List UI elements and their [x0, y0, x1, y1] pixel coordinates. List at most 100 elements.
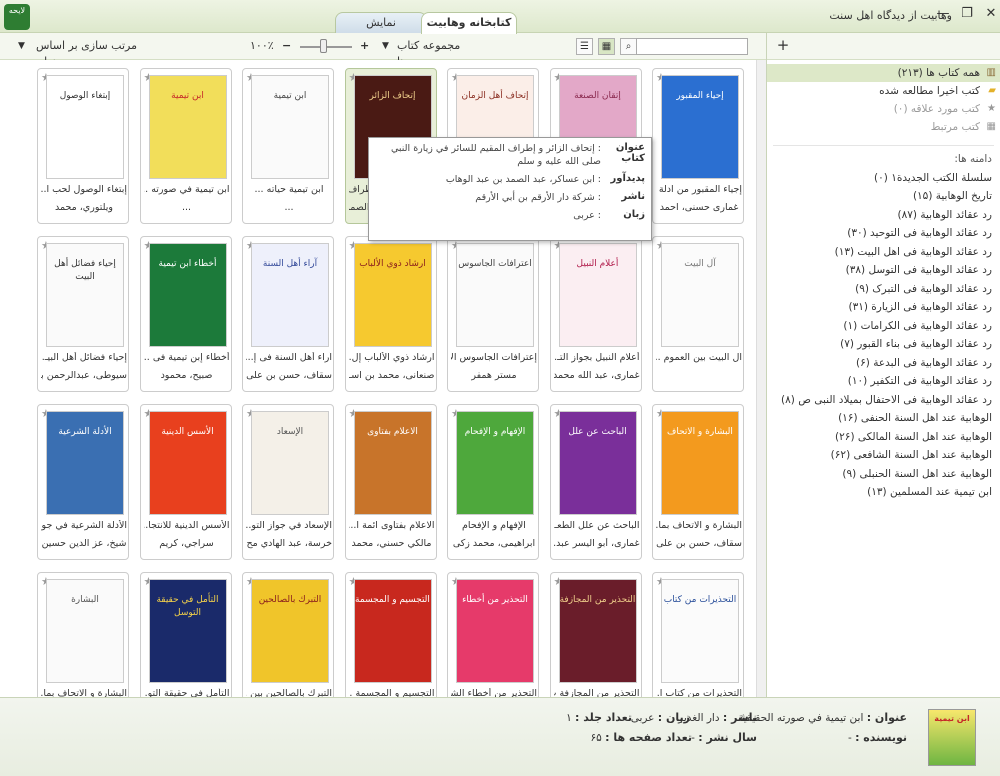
- tooltip-author-label: پديدآور: [610, 173, 645, 184]
- book-card[interactable]: ★أخطاء ابن تيميةأخطاء إبن تيمية فى ...صب…: [139, 236, 232, 392]
- restore-icon[interactable]: ❐: [958, 5, 976, 23]
- sidebar-shelf-item[interactable]: سلسلة الكتب الجديدة۱ (۰): [767, 169, 1000, 188]
- sort-label[interactable]: مرتب سازی بر اساس زبان: [36, 38, 146, 68]
- book-card[interactable]: ★التجسيم و المجسمةالتجسيم و المجسمة ...: [344, 572, 437, 697]
- sidebar-shelf-item[interactable]: رد عقائد الوهابیة فی اهل البیت (۱۳): [767, 243, 1000, 262]
- grid-scrollbar[interactable]: [756, 60, 766, 697]
- zoom-slider-thumb[interactable]: [320, 39, 327, 53]
- book-author: سراجي، کريم: [159, 538, 214, 549]
- book-card[interactable]: ★ارشاد ذوي الألبابارشاد ذوي الألباب إل..…: [344, 236, 437, 392]
- tooltip-author-value: : ابن عساكر، عبد الصمد بن عبد الوهاب: [445, 174, 601, 185]
- book-cover: آراء أهل السنة: [251, 243, 329, 347]
- book-title: التجسيم و المجسمة ...: [348, 688, 435, 697]
- sidebar-shelf-item[interactable]: رد عقائد الوهابیة (۸۷): [767, 206, 1000, 225]
- book-title: البشارة و الاتحاف بما...: [41, 688, 127, 697]
- detail-author-value: -: [847, 732, 852, 744]
- book-card[interactable]: ★اعترافات الجاسوسإعترافات الجاسوس الا...…: [447, 236, 539, 392]
- book-card[interactable]: ★التحذير من المجازفةالتحذير من المجازفة …: [549, 572, 642, 697]
- sidebar-shelf-item[interactable]: رد عقائد الوهابیة فی الاحتفال بمیلاد الن…: [767, 391, 1000, 410]
- selected-cover-text: ابن تيمية: [934, 714, 970, 723]
- book-title: الأسس الدينية للانتجا...: [143, 520, 230, 531]
- book-card[interactable]: ★الإسعادالإسعاد في جواز التو...خرسة، عبد…: [242, 404, 334, 560]
- collection-dropdown-icon[interactable]: ▼: [382, 38, 394, 54]
- tooltip-publisher-label: ناشر: [621, 191, 645, 202]
- shelves-header: دامنه ها:: [954, 153, 992, 165]
- cover-text: التحذير من المجازفة: [559, 595, 636, 605]
- sidebar-shelf-item[interactable]: رد عقائد الوهابیة فی الکرامات (۱): [767, 317, 1000, 336]
- cover-text: الإفهام و الإفحام: [464, 427, 526, 437]
- book-cover: إبتغاء الوصول: [46, 75, 124, 179]
- book-card[interactable]: ★التبرك بالصالحينالتبرك بالصالحين بين ..…: [242, 572, 334, 697]
- book-cover: التجسيم و المجسمة: [353, 579, 432, 683]
- book-card[interactable]: ★آل البيتآل البيت بين العموم ...: [652, 236, 744, 392]
- book-card[interactable]: ★إحياء المقبورإجياء المقبور من ادلة ...غ…: [652, 68, 744, 224]
- book-card[interactable]: ★إحياء فضائل أهل البيتإحياء فضائل أهل ال…: [37, 236, 129, 392]
- book-cover: ابن تيمية: [251, 75, 329, 179]
- sidebar: + ▥ همه کتاب ها (۲۱۳) ▰ کتب اخیرا مطالعه ش…: [766, 33, 1000, 697]
- toolbar: ▼ مرتب سازی بر اساس زبان ۱۰۰٪ − + ▼ مجمو…: [0, 33, 766, 68]
- sidebar-shelf-item[interactable]: الوهابیة عند اهل السنة الشافعی (۶۲): [767, 446, 1000, 465]
- book-card[interactable]: ★الأسس الدينيةالأسس الدينية للانتجا...سر…: [139, 404, 232, 560]
- sidebar-item-related[interactable]: ▦ کتب مرتبط: [767, 118, 1000, 136]
- sidebar-shelf-item[interactable]: الوهابیة عند اهل السنة الحنبلی (۹): [767, 465, 1000, 484]
- collection-label[interactable]: مجموعه کتاب ها: [397, 38, 467, 68]
- book-card[interactable]: ★الباحث عن عللالباحث عن علل الطعـ...غمار…: [549, 404, 642, 560]
- sidebar-shelf-item[interactable]: رد عقائد الوهابیة فی التکفیر (۱۰): [767, 372, 1000, 391]
- sort-dropdown-icon[interactable]: ▼: [18, 38, 32, 54]
- zoom-out-button[interactable]: −: [282, 38, 292, 54]
- sidebar-item-all-books[interactable]: ▥ همه کتاب ها (۲۱۳): [767, 64, 1000, 82]
- book-cover: ابن تيمية: [148, 75, 227, 179]
- sidebar-shelf-item[interactable]: رد عقائد الوهابیة فی بناء القبور (۷): [767, 335, 1000, 354]
- book-card[interactable]: ★الإفهام و الإفحامالإفهام و الإفحامابراه…: [447, 404, 539, 560]
- grid-view-icon[interactable]: ▦: [598, 38, 615, 55]
- zoom-value: ۱۰۰٪: [250, 39, 274, 52]
- book-cover: الإفهام و الإفحام: [456, 411, 534, 515]
- book-cover: التحذير من أخطاء: [456, 579, 534, 683]
- book-card[interactable]: ★الأدلة الشرعيةالأدلة الشرعية في جوا...ش…: [37, 404, 129, 560]
- list-view-icon[interactable]: ☰: [576, 38, 593, 55]
- book-card[interactable]: ★ابن تيميةابن تيمية في صورته ......: [139, 68, 232, 224]
- sidebar-shelf-item[interactable]: تاریخ الوهابیة (۱۵): [767, 187, 1000, 206]
- sidebar-shelf-item[interactable]: رد عقائد الوهابیة فی التوحید (۳۰): [767, 224, 1000, 243]
- sidebar-shelf-item[interactable]: ابن تیمیة عند المسلمین (۱۳): [767, 483, 1000, 502]
- cover-text: ابن تيمية: [171, 91, 204, 101]
- tab-library[interactable]: کتابخانه وهابيت: [421, 12, 517, 34]
- book-cover: آل البيت: [661, 243, 739, 347]
- sidebar-shelf-item[interactable]: رد عقائد الوهابیة فی الزیارة (۳۱): [767, 298, 1000, 317]
- book-card[interactable]: ★أعلام النبيلأعلام النبيل بجواز التـ...غ…: [549, 236, 642, 392]
- book-title: التحذيرات من كتاب ا...: [656, 688, 742, 697]
- tooltip-title-value: : إتحاف الزائر و إطراف المقيم للسائر في …: [390, 143, 601, 167]
- sidebar-shelf-item[interactable]: الوهابیة عند اهل السنة الحنفی (۱۶): [767, 409, 1000, 428]
- sidebar-item-favorites[interactable]: ★ کتب مورد علاقه (۰): [767, 100, 1000, 118]
- detail-volumes-value: ۱: [566, 712, 572, 724]
- book-card[interactable]: ★البشارةالبشارة و الاتحاف بما...: [37, 572, 129, 697]
- book-author: سيوطی، عبدالرحمن بـ...: [41, 370, 127, 381]
- search-input[interactable]: [636, 38, 748, 55]
- book-card[interactable]: ★إبتغاء الوصولإبتغاء الوصول لحب ا...ويلت…: [37, 68, 129, 224]
- book-card[interactable]: ★البشارة و الاتحافالبشارة و الاتحاف بما.…: [652, 404, 744, 560]
- book-card[interactable]: ★التحذير من أخطاءالتحذير من أخطاء الشـ..…: [447, 572, 539, 697]
- book-cover: البشارة و الاتحاف: [661, 411, 739, 515]
- book-card[interactable]: ★الاعلام بفتاوىالاعلام بفتاوى ائمة ا...م…: [344, 404, 437, 560]
- sidebar-shelf-item[interactable]: رد عقائد الوهابیة فی التبرک (۹): [767, 280, 1000, 299]
- book-card[interactable]: ★التأمل في حقيقة التوسلالتأمل في حقيقة ا…: [139, 572, 232, 697]
- close-icon[interactable]: ✕: [982, 5, 1000, 23]
- book-card[interactable]: ★ابن تيميةابن تيمية حياته ......: [242, 68, 334, 224]
- tooltip-lang-label: زبان: [623, 209, 645, 220]
- zoom-in-button[interactable]: +: [360, 38, 370, 54]
- detail-pages-label: تعداد صفحه ها :: [605, 731, 692, 744]
- sidebar-shelf-item[interactable]: رد عقائد الوهابیة فی البدعة (۶): [767, 354, 1000, 373]
- sidebar-item-recent[interactable]: ▰ کتب اخیرا مطالعه شده: [767, 82, 1000, 100]
- add-collection-button[interactable]: +: [774, 37, 792, 55]
- book-card[interactable]: ★التحذيرات من كتابالتحذيرات من كتاب ا...: [652, 572, 744, 697]
- sidebar-shelf-item[interactable]: رد عقائد الوهابیة فی التوسل (۳۸): [767, 261, 1000, 280]
- book-card[interactable]: ★آراء أهل السنةآراء أهل السنة فى إ...سقا…: [242, 236, 334, 392]
- folder-icon: ▰: [988, 85, 996, 96]
- tab-display[interactable]: نمايش: [335, 12, 427, 33]
- cover-text: أخطاء ابن تيمية: [158, 259, 217, 269]
- book-cover: الإسعاد: [251, 411, 329, 515]
- detail-volumes-label: تعداد جلد :: [575, 711, 632, 724]
- sidebar-shelf-item[interactable]: الوهابیة عند اهل السنة المالکی (۲۶): [767, 428, 1000, 447]
- book-tooltip: عنوان كتاب: إتحاف الزائر و إطراف المقيم …: [368, 137, 652, 241]
- search-icon[interactable]: ⌕: [620, 38, 637, 55]
